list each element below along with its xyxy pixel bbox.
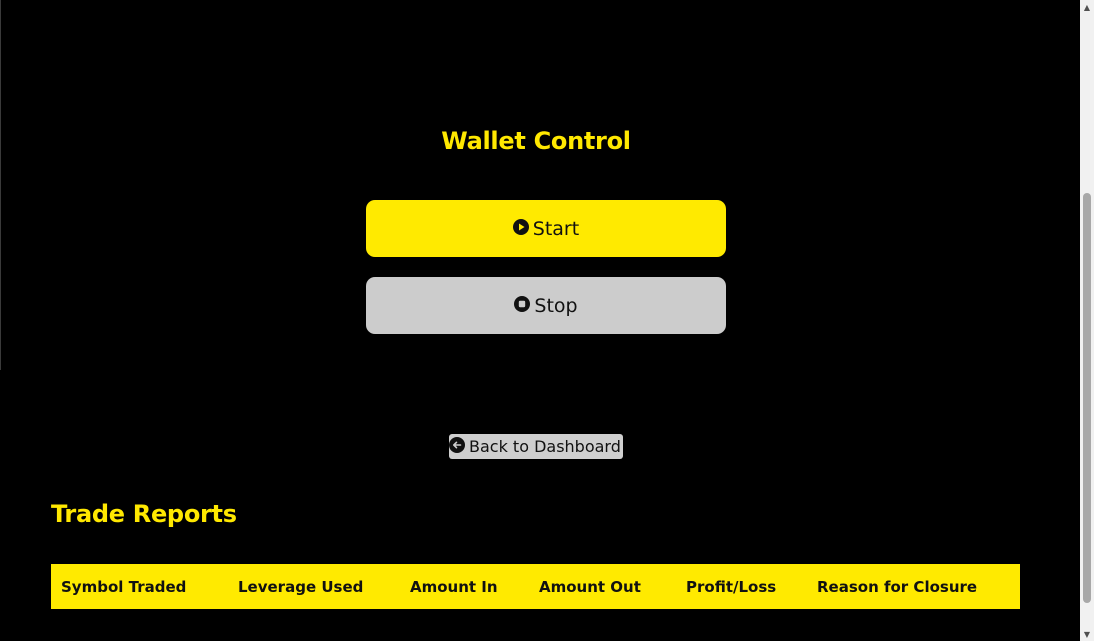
table-header-row: Symbol Traded Leverage Used Amount In Am…	[51, 564, 1020, 609]
panel-edge-divider	[0, 0, 1, 370]
scrollbar-thumb[interactable]	[1083, 193, 1091, 603]
column-header-amount-out: Amount Out	[539, 577, 641, 596]
trade-reports-table: Symbol Traded Leverage Used Amount In Am…	[51, 564, 1020, 609]
trade-reports-title: Trade Reports	[51, 500, 237, 528]
stop-button-label: Stop	[534, 294, 578, 317]
start-button[interactable]: Start	[366, 200, 726, 257]
wallet-control-title: Wallet Control	[441, 127, 631, 155]
column-header-symbol-traded: Symbol Traded	[61, 577, 187, 596]
back-to-dashboard-label: Back to Dashboard	[469, 437, 621, 456]
column-header-reason-for-closure: Reason for Closure	[817, 577, 978, 596]
vertical-scrollbar[interactable]: ▲ ▼	[1080, 0, 1094, 641]
column-header-amount-in: Amount In	[410, 577, 498, 596]
arrow-left-circle-icon	[449, 436, 465, 453]
scroll-down-arrow-icon[interactable]: ▼	[1080, 627, 1094, 641]
stop-circle-icon	[514, 296, 531, 312]
back-to-dashboard-button[interactable]: Back to Dashboard	[449, 434, 623, 459]
column-header-profit-loss: Profit/Loss	[686, 577, 777, 596]
column-header-leverage-used: Leverage Used	[238, 577, 364, 596]
page: Wallet Control Start Stop Back to Dashbo…	[0, 0, 1094, 641]
play-circle-icon	[512, 219, 529, 235]
scroll-up-arrow-icon[interactable]: ▲	[1080, 0, 1094, 14]
start-button-label: Start	[532, 217, 580, 240]
stop-button[interactable]: Stop	[366, 277, 726, 334]
